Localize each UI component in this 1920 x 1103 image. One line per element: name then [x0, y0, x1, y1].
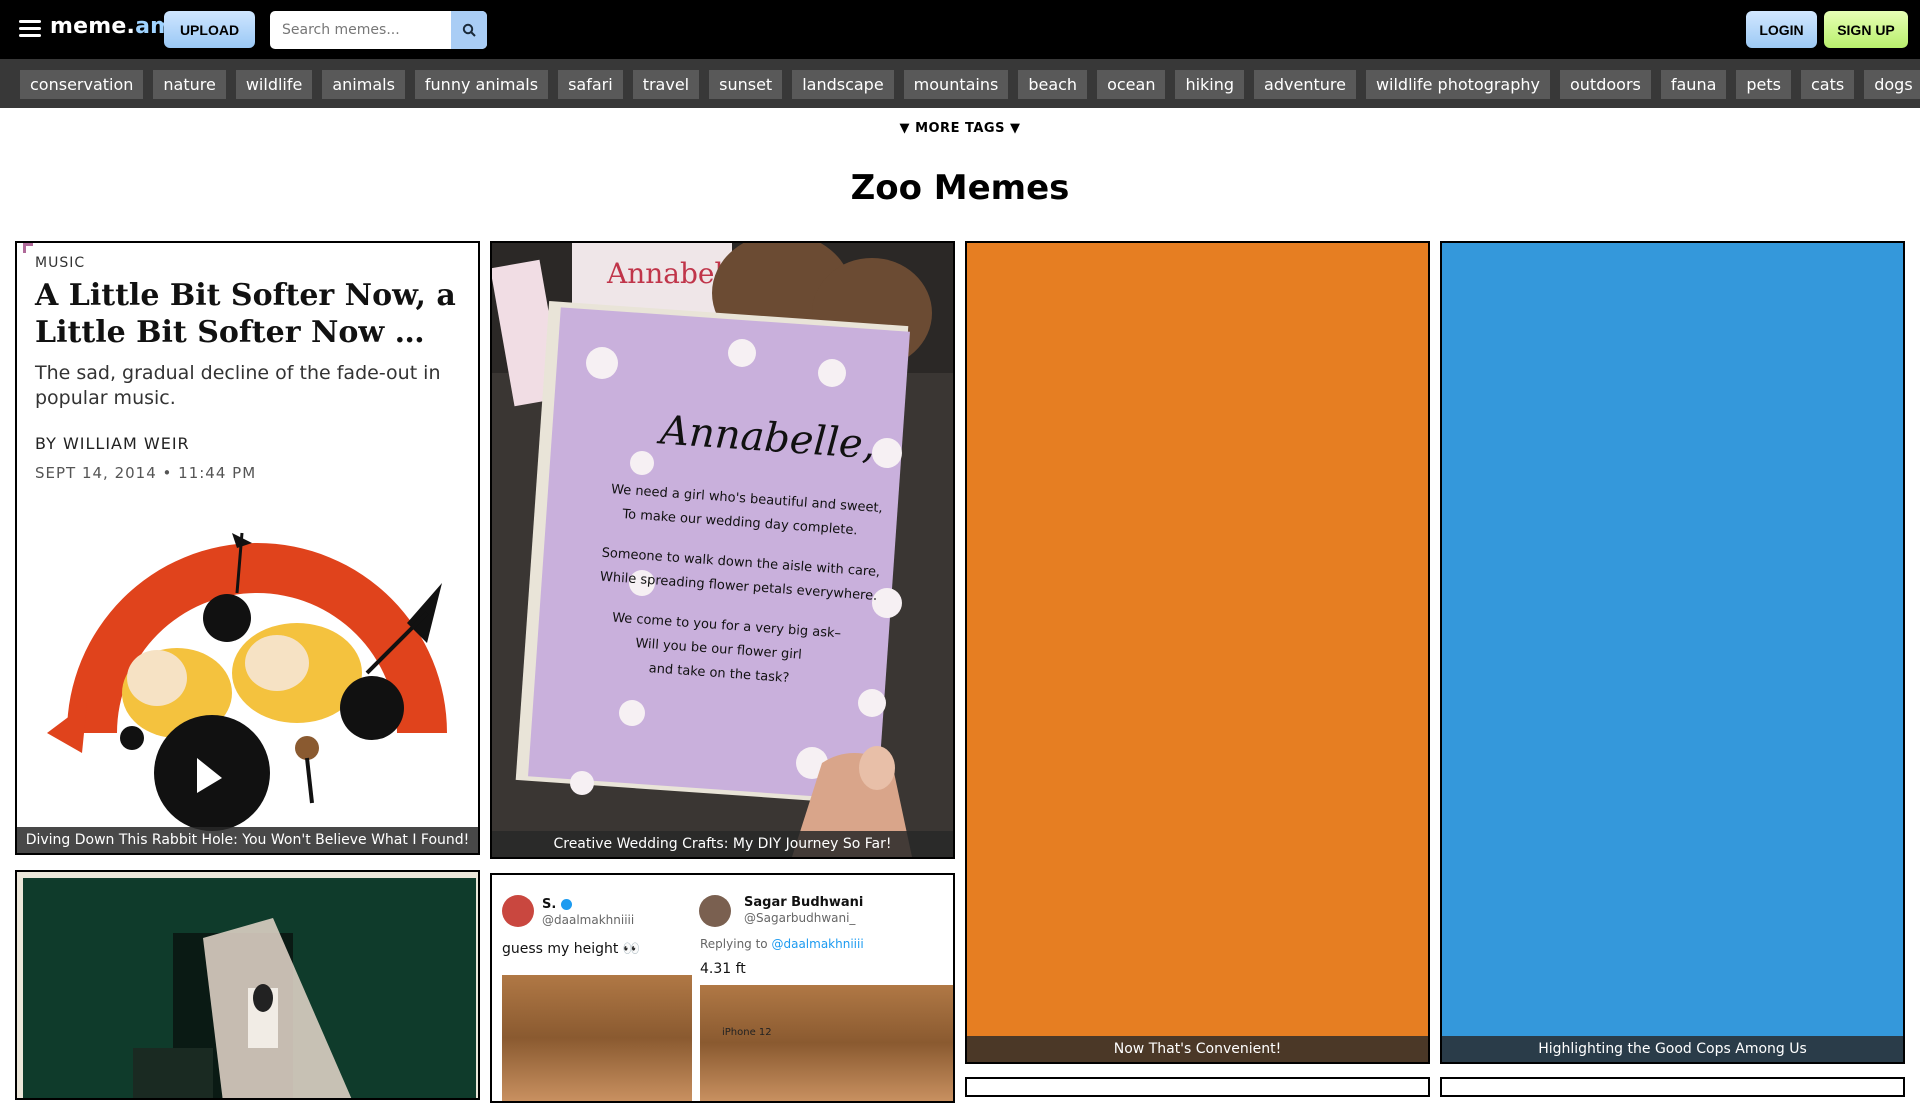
reply-context: Replying to @daalmakhniiii — [700, 937, 864, 951]
tweet-photo — [502, 975, 692, 1101]
upload-button[interactable]: UPLOAD — [164, 11, 255, 48]
tag-chip[interactable]: safari — [558, 70, 623, 99]
corner-flag-icon — [23, 243, 33, 253]
login-button[interactable]: LOGIN — [1746, 11, 1817, 48]
meme-card-tweet[interactable]: S. @daalmakhniiii guess my height 👀 Saga… — [490, 873, 955, 1103]
tag-chip[interactable]: wildlife photography — [1365, 70, 1550, 99]
article-subtitle: The sad, gradual decline of the fade-out… — [35, 362, 441, 409]
tag-chip[interactable]: animals — [322, 70, 405, 99]
meme-card[interactable] — [1440, 1077, 1905, 1097]
tag-bar: conservation nature wildlife animals funny a… — [0, 59, 1920, 108]
meme-card-blue[interactable]: Highlighting the Good Cops Among Us — [1440, 241, 1905, 1064]
tweet-user-name: S. — [542, 897, 572, 912]
tag-chip[interactable]: dogs — [1864, 70, 1920, 99]
tag-chip[interactable]: mountains — [903, 70, 1009, 99]
meme-card-photo-dark[interactable] — [15, 870, 480, 1100]
card-image — [23, 878, 476, 1098]
top-navigation-bar: meme.am UPLOAD LOGIN SIGN UP — [0, 0, 1920, 59]
card-caption: Creative Wedding Crafts: My DIY Journey … — [492, 831, 953, 857]
search-input[interactable] — [270, 11, 450, 49]
site-logo[interactable]: meme.am — [50, 14, 173, 39]
meme-card-article[interactable]: MUSIC A Little Bit Softer Now, a Little … — [15, 241, 480, 855]
tag-chip[interactable]: adventure — [1254, 70, 1356, 99]
avatar — [699, 895, 731, 927]
search-box — [270, 11, 487, 49]
tweet-text: guess my height 👀 — [502, 941, 641, 957]
tag-chip[interactable]: nature — [153, 70, 226, 99]
reply-user-name: Sagar Budhwani — [744, 895, 864, 910]
tag-chip[interactable]: outdoors — [1560, 70, 1651, 99]
tag-chip[interactable]: wildlife — [235, 70, 313, 99]
card-caption: Now That's Convenient! — [967, 1036, 1428, 1062]
tag-chip[interactable]: cats — [1801, 70, 1855, 99]
reply-text: 4.31 ft — [700, 961, 746, 977]
card-caption: Diving Down This Rabbit Hole: You Won't … — [17, 827, 478, 853]
tag-chip[interactable]: landscape — [792, 70, 894, 99]
tag-chip[interactable]: pets — [1736, 70, 1791, 99]
meme-card[interactable] — [965, 1077, 1430, 1097]
search-button[interactable] — [451, 11, 487, 49]
verified-badge-icon — [560, 899, 572, 910]
meme-card-wedding[interactable]: Annabell will you be Annabelle, We need … — [490, 241, 955, 859]
more-tags-toggle[interactable]: ▼ MORE TAGS ▼ — [0, 121, 1920, 136]
tag-chip[interactable]: ocean — [1097, 70, 1166, 99]
meme-card-orange[interactable]: Now That's Convenient! — [965, 241, 1430, 1064]
signup-button[interactable]: SIGN UP — [1824, 11, 1908, 48]
tag-list: conservation nature wildlife animals funny a… — [20, 70, 1920, 99]
wedding-card-photo: Annabell will you be Annabelle, We need … — [492, 243, 953, 857]
reply-photo: iPhone 12 — [700, 985, 953, 1101]
avatar — [502, 895, 534, 927]
card-caption: Highlighting the Good Cops Among Us — [1442, 1036, 1903, 1062]
tweet-user-handle: @daalmakhniiii — [542, 913, 635, 927]
reply-user-handle: @Sagarbudhwani_ — [744, 911, 856, 925]
tag-chip[interactable]: travel — [632, 70, 700, 99]
tag-chip[interactable]: conservation — [20, 70, 144, 99]
search-icon — [462, 23, 476, 37]
tag-chip[interactable]: funny animals — [414, 70, 549, 99]
article-title: A Little Bit Softer Now, a Little Bit So… — [35, 278, 456, 350]
hamburger-menu-icon[interactable] — [19, 20, 41, 38]
tag-chip[interactable]: beach — [1018, 70, 1088, 99]
article-kicker: MUSIC — [35, 255, 86, 271]
page-title: Zoo Memes — [850, 168, 1070, 208]
tag-chip[interactable]: fauna — [1660, 70, 1727, 99]
singers-illustration — [47, 532, 447, 831]
tag-chip[interactable]: sunset — [709, 70, 783, 99]
article-date: SEPT 14, 2014 • 11:44 PM — [35, 464, 257, 482]
tag-chip[interactable]: hiking — [1175, 70, 1245, 99]
article-byline: BY WILLIAM WEIR — [35, 434, 190, 453]
